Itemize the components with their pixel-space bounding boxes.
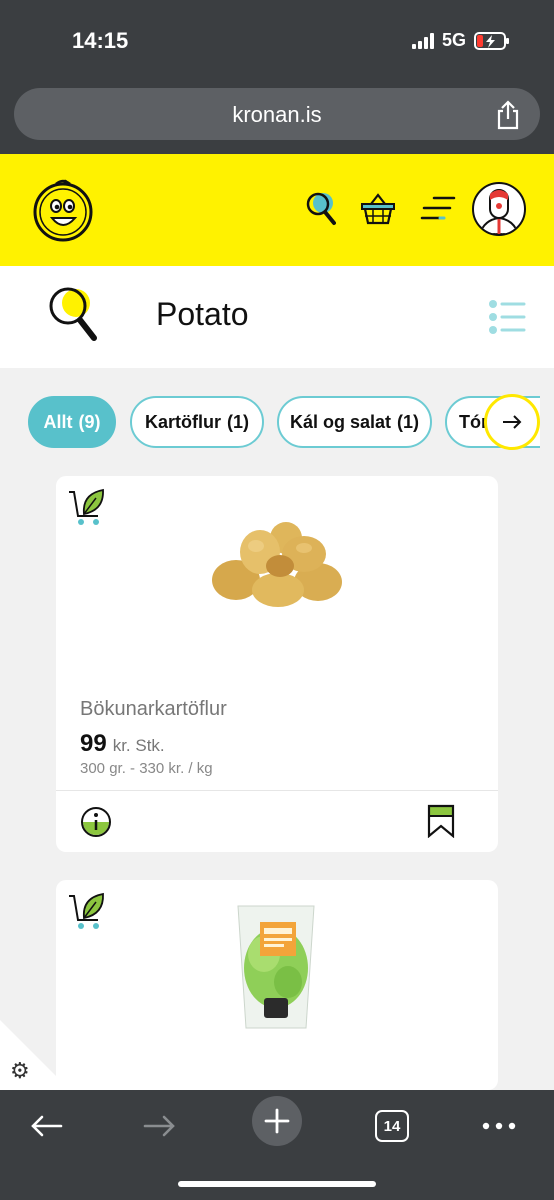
basket-icon[interactable]: [360, 190, 396, 226]
eco-cart-icon: [69, 892, 104, 929]
address-bar[interactable]: kronan.is: [14, 88, 540, 140]
info-icon[interactable]: [80, 806, 112, 838]
filter-chip-count: (1): [227, 411, 249, 432]
menu-icon[interactable]: [420, 190, 456, 226]
filter-chip-count: (9): [78, 411, 101, 432]
new-tab-button[interactable]: [252, 1096, 302, 1146]
bookmark-icon[interactable]: [426, 804, 456, 838]
card-divider: [56, 790, 498, 791]
url-text: kronan.is: [232, 102, 322, 127]
tab-count: 14: [383, 1117, 401, 1135]
filter-chip-label: Kartöflur: [145, 411, 221, 432]
user-icon: [478, 189, 520, 234]
more-icon: [482, 1122, 516, 1130]
home-indicator: [178, 1181, 376, 1187]
new-tab-icon: [264, 1108, 290, 1134]
logo-icon[interactable]: [32, 176, 94, 242]
settings-icon[interactable]: ⚙: [10, 1058, 30, 1084]
product-card[interactable]: [56, 880, 498, 1090]
search-query-title: Potato: [156, 296, 249, 332]
product-price: 99 kr. Stk.: [80, 730, 165, 758]
price-unit: kr. Stk.: [112, 736, 165, 755]
status-time: 14:15: [72, 28, 129, 53]
product-image: [237, 905, 315, 1029]
filter-chip-label: Allt: [43, 411, 73, 432]
product-image: [212, 522, 342, 607]
signal-icon: [411, 32, 434, 49]
search-icon[interactable]: [46, 284, 98, 344]
filter-chip-kartoflur[interactable]: Kartöflur (1): [130, 396, 264, 448]
product-card[interactable]: Bökunarkartöflur 99 kr. Stk. 300 gr. - 3…: [56, 476, 498, 852]
back-icon: [31, 1115, 63, 1137]
price-per-unit: 300 gr. - 330 kr. / kg: [80, 760, 213, 777]
status-bar: 14:15 5G: [0, 0, 554, 84]
search-results-header: Potato: [0, 266, 554, 368]
tabs-icon: 14: [375, 1110, 409, 1142]
eco-cart-icon: [69, 488, 104, 525]
network-label: 5G: [441, 30, 466, 50]
filter-chip-label: Kál og salat: [289, 411, 392, 432]
filter-chip-count: (1): [397, 411, 420, 432]
site-header: [0, 154, 554, 266]
price-value: 99: [80, 730, 107, 757]
scroll-chips-right-button[interactable]: [484, 394, 540, 450]
back-button[interactable]: [24, 1102, 68, 1150]
battery-icon: [474, 31, 509, 50]
filter-chips: Allt (9) Kartöflur (1) Kál og salat (1) Tóm: [28, 396, 540, 452]
filter-chip-allt[interactable]: Allt (9): [28, 396, 116, 448]
forward-icon: [143, 1115, 175, 1137]
status-indicators: 5G: [411, 30, 510, 51]
tabs-button[interactable]: 14: [374, 1102, 410, 1150]
arrow-right-icon: [503, 415, 522, 429]
product-name[interactable]: Bökunarkartöflur: [80, 698, 227, 721]
browser-address-area: kronan.is: [0, 84, 554, 154]
share-icon[interactable]: [494, 100, 522, 130]
search-icon[interactable]: [304, 190, 336, 226]
forward-button[interactable]: [138, 1102, 182, 1150]
avatar[interactable]: [472, 182, 526, 236]
more-button[interactable]: [480, 1102, 518, 1150]
filter-chip-kal-og-salat[interactable]: Kál og salat (1): [277, 396, 432, 448]
list-view-icon[interactable]: [488, 300, 526, 334]
